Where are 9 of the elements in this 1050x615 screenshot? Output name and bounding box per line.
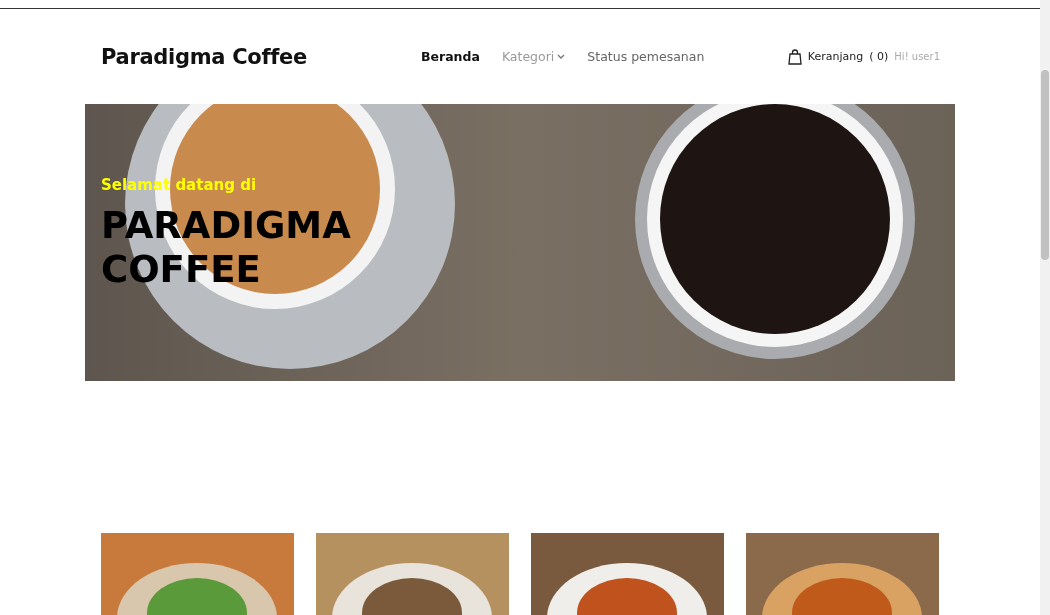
- shopping-bag-icon[interactable]: [787, 48, 802, 65]
- nav-link[interactable]: Beranda: [421, 49, 480, 64]
- scrollbar[interactable]: [1040, 0, 1050, 615]
- chevron-down-icon: [557, 54, 566, 59]
- brand-logo[interactable]: Paradigma Coffee: [101, 44, 401, 69]
- nav-link[interactable]: Status pemesanan: [587, 49, 705, 64]
- user-greeting: Hi! user1: [894, 51, 940, 62]
- cart-link[interactable]: Keranjang: [807, 50, 864, 63]
- cart-count: ( 0): [869, 50, 889, 63]
